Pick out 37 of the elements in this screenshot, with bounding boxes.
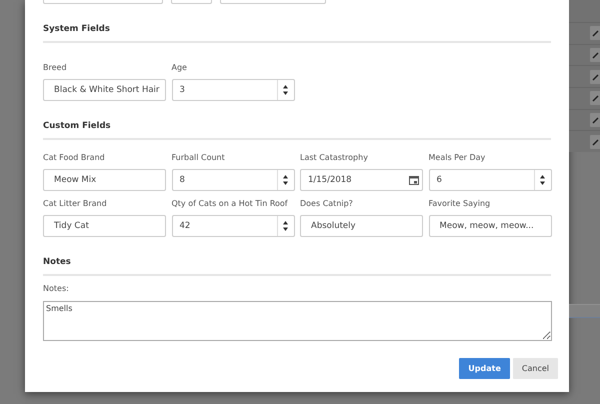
edit-icon[interactable] <box>590 134 600 149</box>
field-label: Cat Litter Brand <box>43 199 108 209</box>
number-field[interactable]: 8 <box>172 169 294 191</box>
field-label: Furball Count <box>172 153 226 163</box>
text-field[interactable]: Absolutely <box>300 215 423 237</box>
field-label: Does Catnip? <box>300 199 354 209</box>
text-field[interactable]: Meow, meow, meow... <box>428 215 552 237</box>
number-field[interactable]: 3 <box>172 79 294 101</box>
edit-icon[interactable] <box>590 70 600 84</box>
text-field[interactable]: Black & White Short Hair <box>43 79 166 101</box>
text-field[interactable]: Tidy Cat <box>43 215 166 237</box>
edit-icon[interactable] <box>590 113 600 128</box>
field-label: Breed <box>43 63 68 73</box>
number-field[interactable]: 6 <box>428 169 552 191</box>
field-label: Last Catastrophy <box>300 153 369 163</box>
edit-icon[interactable] <box>590 48 600 62</box>
calendar-icon[interactable] <box>409 175 419 185</box>
field-label: Favorite Saying <box>428 199 492 209</box>
input-field[interactable] <box>171 0 212 4</box>
field-label: Notes: <box>43 284 70 294</box>
field-label: Cat Food Brand <box>43 153 106 163</box>
dialog-button[interactable]: Cancel <box>512 358 558 379</box>
input-field[interactable] <box>220 0 326 4</box>
number-field[interactable]: 42 <box>172 215 294 237</box>
notes-field[interactable]: Smells <box>43 301 552 341</box>
field-label: Meals Per Day <box>428 153 486 163</box>
input-field[interactable] <box>43 0 163 4</box>
edit-icon[interactable] <box>590 26 600 40</box>
section-heading: Notes <box>43 256 551 276</box>
section-heading: Custom Fields <box>43 120 551 140</box>
field-label: Qty of Cats on a Hot Tin Roof <box>172 199 289 209</box>
section-heading: System Fields <box>43 23 551 43</box>
date-field[interactable]: 1/15/2018 <box>300 169 423 191</box>
text-field[interactable]: Meow Mix <box>43 169 166 191</box>
edit-icon[interactable] <box>590 91 600 106</box>
field-label: Age <box>172 63 188 73</box>
dialog-button[interactable]: Update <box>459 358 510 379</box>
